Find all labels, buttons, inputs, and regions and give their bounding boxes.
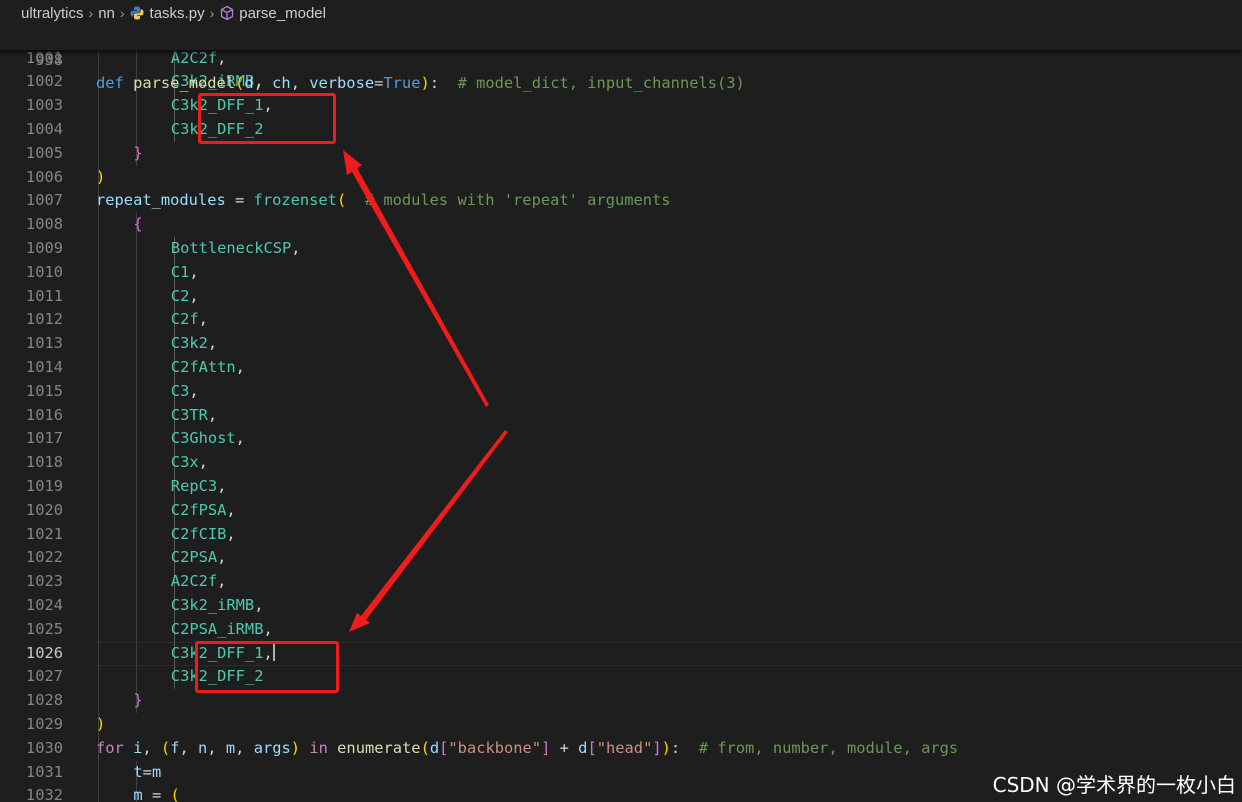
annotation-arrows	[343, 150, 508, 632]
arrow-up-icon	[343, 150, 489, 407]
arrow-down-icon	[349, 430, 508, 632]
watermark: CSDN @学术界的一枚小白	[992, 773, 1236, 797]
